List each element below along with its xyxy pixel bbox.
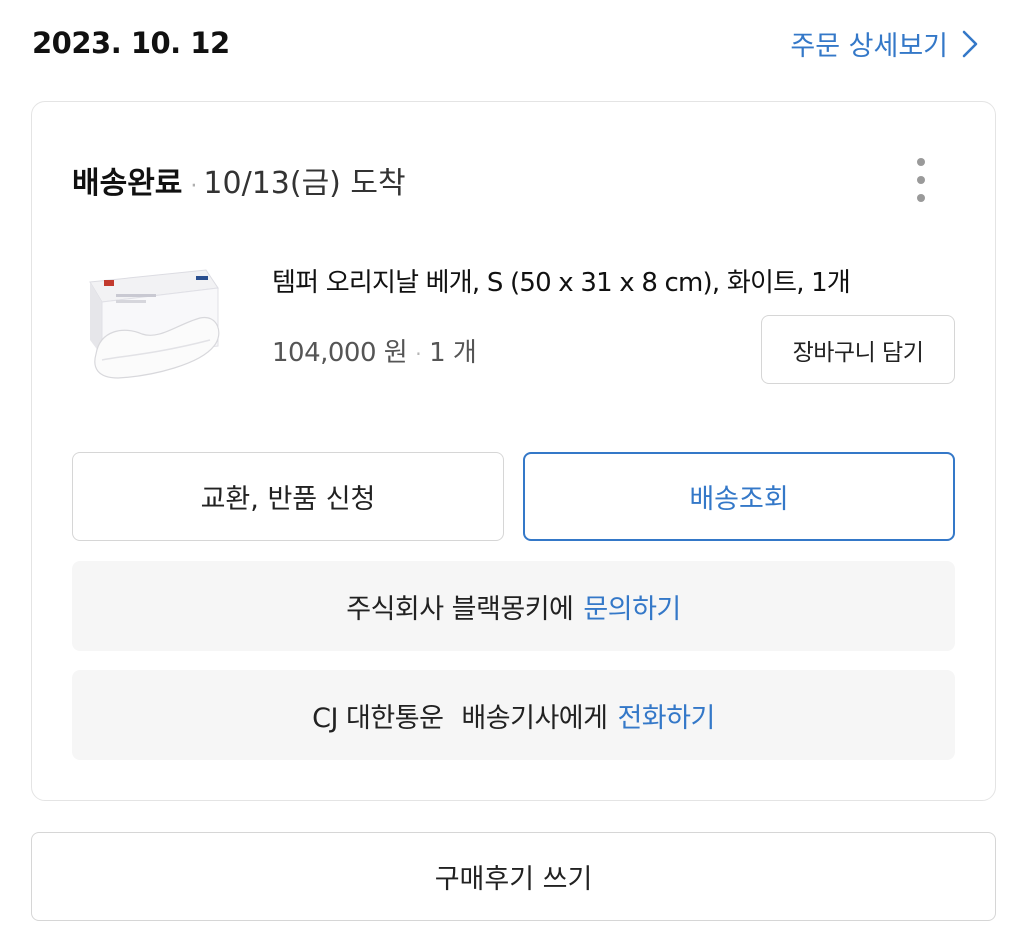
product-name[interactable]: 템퍼 오리지날 베개, S (50 x 31 x 8 cm), 화이트, 1개 [272,262,851,299]
more-options-icon[interactable] [909,158,933,202]
courier-name: CJ 대한통운 [312,702,444,734]
pillow-image[interactable] [78,260,228,388]
order-page: 2023. 10. 12 주문 상세보기 배송완료 · 10/13(금) 도착 [0,0,1024,946]
status-separator: · [190,174,198,199]
shipment-card: 배송완료 · 10/13(금) 도착 템퍼 오리지날 베개, S (50 x 3… [31,101,996,801]
chevron-right-icon [962,30,978,57]
price-separator: · [415,342,422,366]
seller-inquiry-text: 주식회사 블랙몽키에 [346,593,574,625]
delivery-status: 배송완료 [72,166,183,201]
courier-contact-text: 배송기사에게 [461,702,608,734]
courier-contact-row: CJ 대한통운 배송기사에게 전화하기 [72,670,955,760]
seller-inquiry-row: 주식회사 블랙몽키에 문의하기 [72,561,955,651]
order-detail-label: 주문 상세보기 [790,31,948,62]
arrival-date: 10/13(금) 도착 [203,166,406,201]
track-delivery-button[interactable]: 배송조회 [523,452,955,541]
product-quantity: 1 개 [429,338,477,368]
product-price-line: 104,000 원 · 1 개 [272,332,477,369]
write-review-button[interactable]: 구매후기 쓰기 [31,832,996,921]
product-price: 104,000 원 [272,338,408,368]
add-to-cart-button[interactable]: 장바구니 담기 [761,315,955,384]
courier-call-link[interactable]: 전화하기 [617,696,715,735]
exchange-return-button[interactable]: 교환, 반품 신청 [72,452,504,541]
order-detail-link[interactable]: 주문 상세보기 [790,24,978,63]
shipment-status-line: 배송완료 · 10/13(금) 도착 [72,158,406,202]
order-date: 2023. 10. 12 [32,26,230,60]
seller-inquiry-link[interactable]: 문의하기 [583,587,681,626]
